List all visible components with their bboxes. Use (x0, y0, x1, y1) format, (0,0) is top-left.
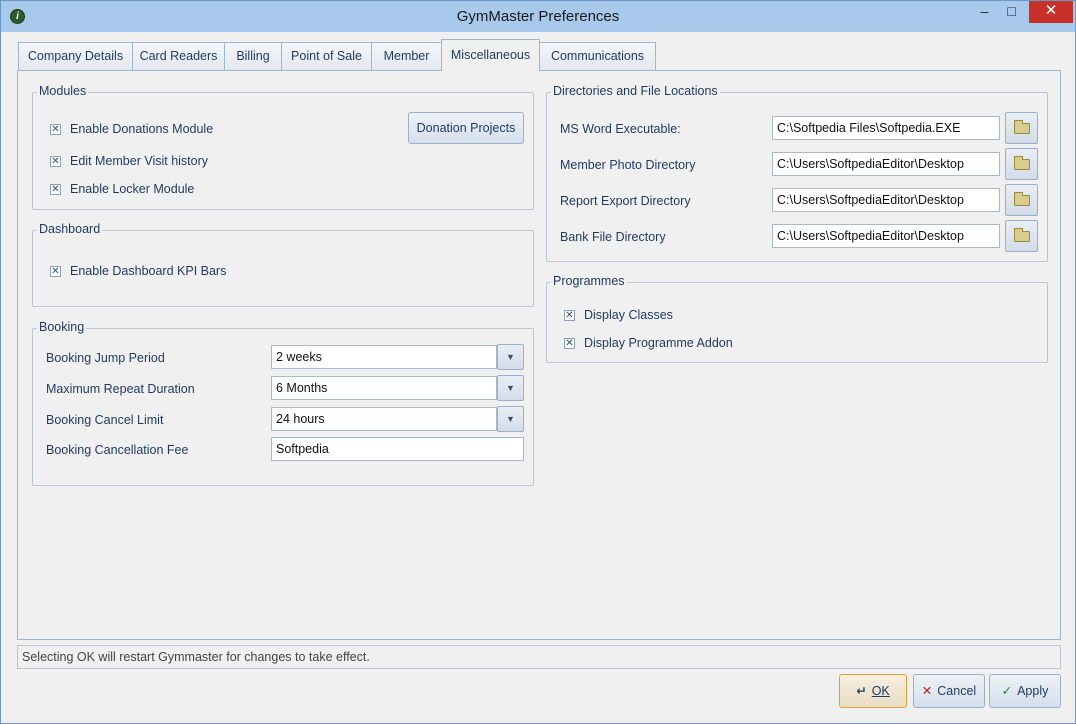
display-classes-checkbox[interactable]: ✕ (564, 310, 575, 321)
edit-member-visit-checkbox[interactable]: ✕ (50, 156, 61, 167)
edit-member-visit-label[interactable]: Edit Member Visit history (70, 154, 208, 168)
cancel-button[interactable]: ✕ Cancel (913, 674, 985, 708)
folder-icon (1014, 228, 1030, 242)
display-programme-addon-checkbox[interactable]: ✕ (564, 338, 575, 349)
enter-icon: ↵ (856, 684, 867, 698)
member-photo-directory-label: Member Photo Directory (560, 158, 696, 172)
report-export-directory-input[interactable]: C:\Users\SoftpediaEditor\Desktop (772, 188, 1000, 212)
apply-button[interactable]: ✓ Apply (989, 674, 1061, 708)
window-title: GymMaster Preferences (456, 8, 620, 25)
booking-cancellation-fee-input[interactable]: Softpedia (271, 437, 524, 461)
member-photo-directory-input[interactable]: C:\Users\SoftpediaEditor\Desktop (772, 152, 1000, 176)
booking-group: Booking Booking Jump Period 2 weeks ▼ Ma… (32, 320, 534, 486)
minimize-button[interactable]: – (971, 1, 998, 23)
apply-button-label: Apply (1017, 684, 1049, 698)
browse-bank-file-button[interactable] (1005, 220, 1038, 252)
display-programme-addon-label[interactable]: Display Programme Addon (584, 336, 733, 350)
max-repeat-duration-label: Maximum Repeat Duration (46, 382, 195, 396)
programmes-group-title: Programmes (551, 274, 627, 288)
enable-kpi-bars-checkbox[interactable]: ✕ (50, 266, 61, 277)
enable-donations-label[interactable]: Enable Donations Module (70, 122, 213, 136)
booking-jump-period-label: Booking Jump Period (46, 351, 165, 365)
report-export-directory-label: Report Export Directory (560, 194, 691, 208)
title-bar[interactable]: i GymMaster Preferences – □ ✕ (1, 1, 1075, 32)
folder-icon (1014, 120, 1030, 134)
enable-locker-label[interactable]: Enable Locker Module (70, 182, 194, 196)
status-bar: Selecting OK will restart Gymmaster for … (17, 645, 1061, 669)
directories-group: Directories and File Locations MS Word E… (546, 84, 1048, 262)
tab-miscellaneous[interactable]: Miscellaneous (441, 39, 540, 71)
booking-cancel-limit-select[interactable]: 24 hours (271, 407, 497, 431)
cancel-x-icon: ✕ (921, 684, 933, 698)
chevron-down-icon[interactable]: ▼ (497, 375, 524, 401)
ok-button-label: OK (871, 684, 890, 698)
booking-group-title: Booking (37, 320, 87, 334)
dashboard-group: Dashboard ✕ Enable Dashboard KPI Bars (32, 222, 534, 307)
booking-cancel-limit-label: Booking Cancel Limit (46, 413, 164, 427)
enable-kpi-bars-label[interactable]: Enable Dashboard KPI Bars (70, 264, 226, 278)
folder-icon (1014, 156, 1030, 170)
miscellaneous-panel: Modules ✕ Enable Donations Module ✕ Edit… (17, 70, 1061, 640)
cancel-button-label: Cancel (937, 684, 977, 698)
bank-file-directory-input[interactable]: C:\Users\SoftpediaEditor\Desktop (772, 224, 1000, 248)
ms-word-executable-label: MS Word Executable: (560, 122, 681, 136)
dashboard-group-title: Dashboard (37, 222, 103, 236)
tab-member[interactable]: Member (371, 42, 442, 70)
modules-group: Modules ✕ Enable Donations Module ✕ Edit… (32, 84, 534, 210)
tab-communications[interactable]: Communications (539, 42, 656, 70)
programmes-group: Programmes ✕ Display Classes ✕ Display P… (546, 274, 1048, 363)
tab-card-readers[interactable]: Card Readers (132, 42, 225, 70)
donation-projects-button[interactable]: Donation Projects (408, 112, 524, 144)
enable-locker-checkbox[interactable]: ✕ (50, 184, 61, 195)
ms-word-executable-input[interactable]: C:\Softpedia Files\Softpedia.EXE (772, 116, 1000, 140)
checkmark-icon: ✓ (1001, 684, 1013, 698)
chevron-down-icon[interactable]: ▼ (497, 406, 524, 432)
enable-donations-checkbox[interactable]: ✕ (50, 124, 61, 135)
booking-cancellation-fee-label: Booking Cancellation Fee (46, 443, 189, 457)
max-repeat-duration-select[interactable]: 6 Months (271, 376, 497, 400)
browse-ms-word-button[interactable] (1005, 112, 1038, 144)
maximize-button[interactable]: □ (998, 1, 1025, 23)
booking-jump-period-select[interactable]: 2 weeks (271, 345, 497, 369)
chevron-down-icon[interactable]: ▼ (497, 344, 524, 370)
tab-billing[interactable]: Billing (224, 42, 282, 70)
preferences-window: i GymMaster Preferences – □ ✕ Company De… (0, 0, 1076, 724)
browse-report-export-button[interactable] (1005, 184, 1038, 216)
tab-company-details[interactable]: Company Details (18, 42, 133, 70)
close-button[interactable]: ✕ (1029, 1, 1073, 23)
folder-icon (1014, 192, 1030, 206)
modules-group-title: Modules (37, 84, 89, 98)
tab-point-of-sale[interactable]: Point of Sale (281, 42, 372, 70)
browse-member-photo-button[interactable] (1005, 148, 1038, 180)
bank-file-directory-label: Bank File Directory (560, 230, 666, 244)
ok-button[interactable]: ↵ OK (839, 674, 907, 708)
display-classes-label[interactable]: Display Classes (584, 308, 673, 322)
directories-group-title: Directories and File Locations (551, 84, 720, 98)
